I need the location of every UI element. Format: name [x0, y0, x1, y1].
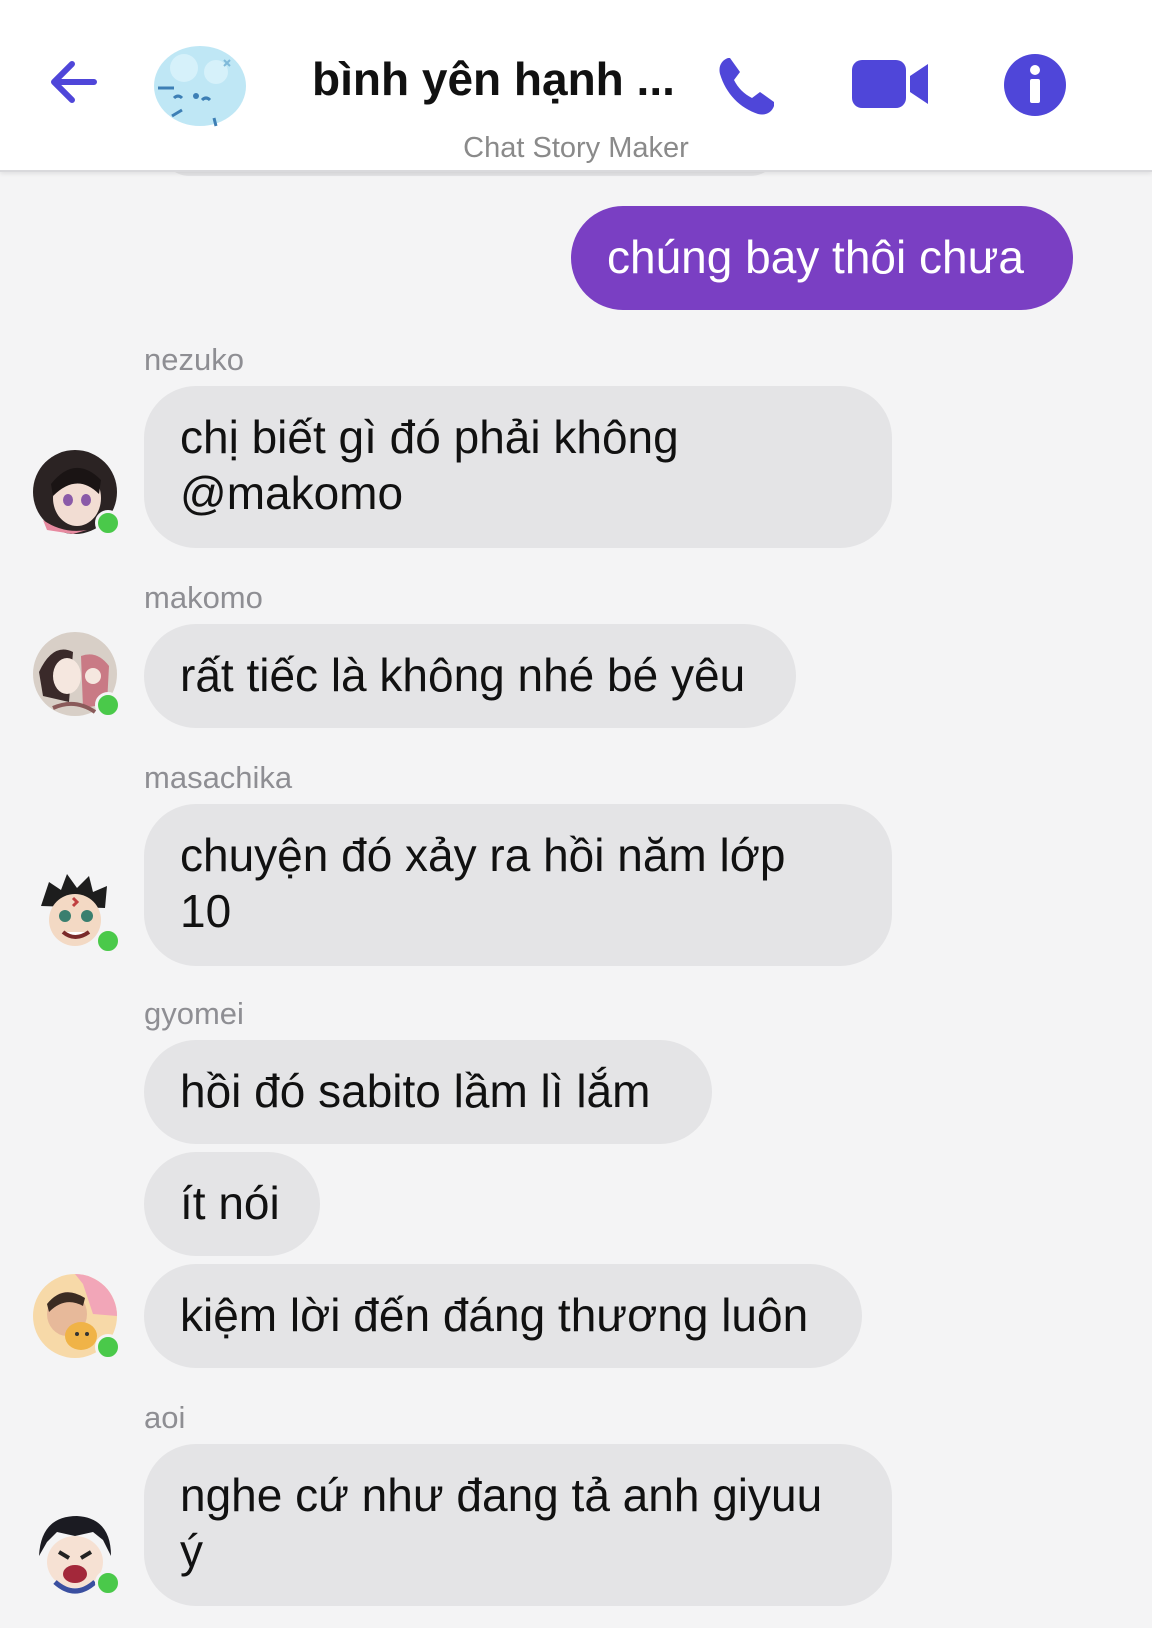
incoming-message-bubble[interactable]: rất tiếc là không nhé bé yêu: [144, 624, 796, 728]
chat-header: bình yên hạnh ... Chat Story Maker: [0, 0, 1152, 172]
group-avatar[interactable]: [144, 38, 252, 134]
online-status-dot: [95, 1334, 121, 1360]
avatar[interactable]: [33, 868, 121, 954]
online-status-dot: [95, 1570, 121, 1596]
chat-subtitle: Chat Story Maker: [463, 132, 689, 164]
sender-name: makomo: [144, 580, 263, 615]
video-camera-icon[interactable]: [852, 58, 930, 110]
avatar[interactable]: [33, 1274, 121, 1360]
online-status-dot: [95, 692, 121, 718]
back-arrow-icon[interactable]: [44, 52, 104, 112]
avatar[interactable]: [33, 450, 121, 536]
message-list[interactable]: chúng bay thôi chưa nezuko chị biết gì đ…: [0, 142, 1152, 1628]
incoming-message-bubble[interactable]: nghe cứ như đang tả anh giyuu ý: [144, 1444, 892, 1606]
sender-name: nezuko: [144, 342, 244, 377]
sender-name: aoi: [144, 1400, 186, 1435]
sender-name: gyomei: [144, 996, 244, 1031]
info-icon[interactable]: [1004, 54, 1066, 116]
outgoing-message-bubble[interactable]: chúng bay thôi chưa: [571, 206, 1073, 310]
sender-name: masachika: [144, 760, 293, 795]
incoming-message-bubble[interactable]: kiệm lời đến đáng thương luôn: [144, 1264, 862, 1368]
online-status-dot: [95, 928, 121, 954]
chat-title: bình yên hạnh ...: [312, 53, 675, 105]
incoming-message-bubble[interactable]: ít nói: [144, 1152, 320, 1256]
phone-icon[interactable]: [714, 54, 778, 118]
online-status-dot: [95, 510, 121, 536]
incoming-message-bubble[interactable]: hồi đó sabito lầm lì lắm: [144, 1040, 712, 1144]
avatar[interactable]: [33, 632, 121, 718]
avatar[interactable]: [33, 1510, 121, 1596]
incoming-message-bubble[interactable]: chuyện đó xảy ra hồi năm lớp 10: [144, 804, 892, 966]
incoming-message-bubble[interactable]: chị biết gì đó phải không @makomo: [144, 386, 892, 548]
